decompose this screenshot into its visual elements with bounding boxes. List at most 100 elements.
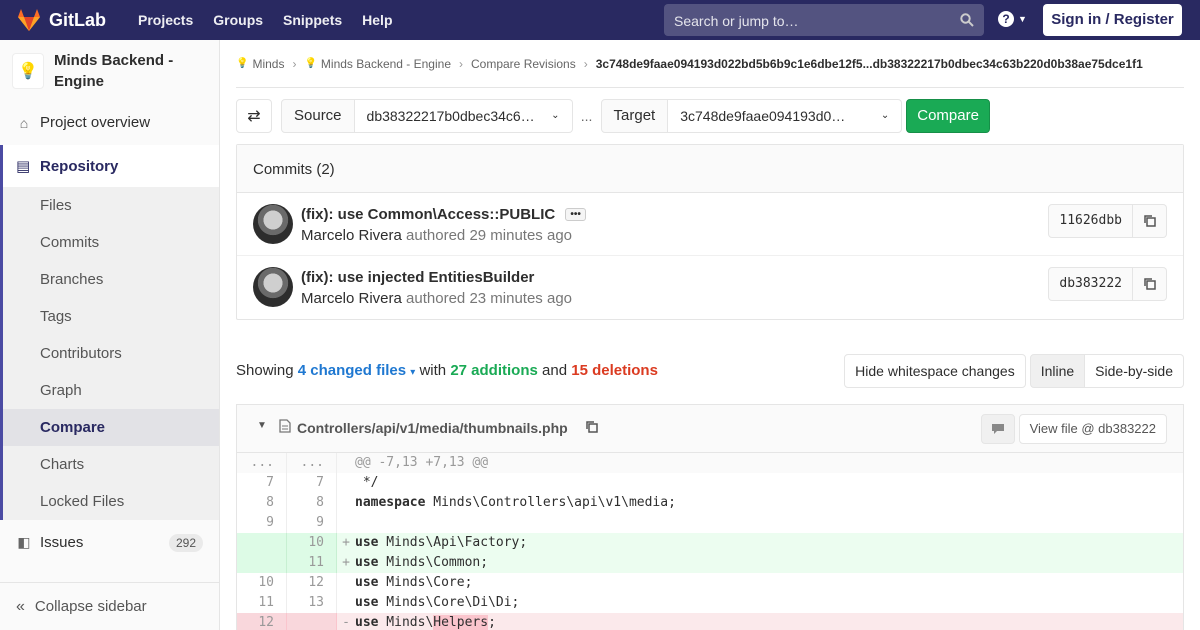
toggle-description-button[interactable]: ••• (565, 208, 586, 221)
new-line-number[interactable]: 12 (287, 573, 337, 593)
commit-title[interactable]: (fix): use injected EntitiesBuilder (301, 269, 534, 286)
commit-sha[interactable]: 11626dbb (1048, 204, 1133, 238)
chevron-right-icon: › (292, 56, 297, 71)
chevron-right-icon: › (583, 56, 588, 71)
code-text: use Minds\Core; (355, 575, 473, 590)
nav-groups[interactable]: Groups (203, 12, 273, 28)
side-by-side-button[interactable]: Side-by-side (1085, 354, 1184, 388)
sidebar-item-label: Repository (40, 157, 119, 175)
sidebar-item-charts[interactable]: Charts (3, 446, 219, 483)
source-ref-value: db38322217b0dbec34c6… (366, 108, 535, 124)
view-file-button[interactable]: View file @ db383222 (1018, 414, 1167, 444)
code-text: use Minds\Core\Di\Di; (355, 595, 520, 610)
code-keyword: use (355, 535, 379, 550)
search-placeholder: Search or jump to… (674, 13, 799, 29)
commit-sha-group: db383222 (1048, 267, 1167, 301)
file-path[interactable]: Controllers/api/v1/media/thumbnails.php (297, 420, 568, 436)
collapse-label: Collapse sidebar (34, 598, 147, 615)
project-header[interactable]: 💡 Minds Backend - Engine (0, 40, 219, 104)
compare-button[interactable]: Compare (906, 99, 990, 133)
sidebar-item-repository[interactable]: ▤ Repository (3, 145, 219, 187)
nav-projects[interactable]: Projects (128, 12, 203, 28)
target-ref-dropdown[interactable]: 3c748de9faae094193d0… ⌄ (668, 99, 903, 133)
gitlab-tanuki-icon (18, 9, 40, 31)
sign-in-button[interactable]: Sign in / Register (1043, 4, 1182, 36)
diff-lines: ...... @@ -7,13 +7,13 @@ 7 7 */8 8 namespace … (237, 453, 1183, 630)
sidebar-item-files[interactable]: Files (3, 187, 219, 224)
sidebar-item-compare[interactable]: Compare (3, 409, 219, 446)
sidebar-item-commits[interactable]: Commits (3, 224, 219, 261)
inline-view-button[interactable]: Inline (1029, 354, 1086, 388)
sidebar-item-graph[interactable]: Graph (3, 372, 219, 409)
diff-line: 12 - use Minds\Helpers; (237, 613, 1183, 630)
hide-whitespace-button[interactable]: Hide whitespace changes (844, 354, 1026, 388)
old-line-number[interactable]: 7 (237, 473, 287, 493)
old-line-number[interactable] (237, 553, 287, 573)
old-line-number[interactable]: 8 (237, 493, 287, 513)
nav-help[interactable]: Help (352, 12, 402, 28)
old-line-number[interactable]: 10 (237, 573, 287, 593)
sidebar-item-branches[interactable]: Branches (3, 261, 219, 298)
breadcrumb-item[interactable]: Minds Backend - Engine (321, 57, 451, 71)
sidebar-item-contributors[interactable]: Contributors (3, 335, 219, 372)
nav-snippets[interactable]: Snippets (273, 12, 352, 28)
code-text: */ (355, 475, 379, 490)
help-dropdown[interactable]: ? ▼ (998, 11, 1027, 27)
old-line-number[interactable]: 9 (237, 513, 287, 533)
stats-and: and (542, 362, 568, 379)
code-text: use Minds\Helpers; (355, 615, 496, 630)
commit-verb: authored (406, 290, 466, 307)
diff-line: 11 13 use Minds\Core\Di\Di; (237, 593, 1183, 613)
swap-revisions-button[interactable]: ⇄ (236, 99, 272, 133)
project-avatar: 💡 (12, 53, 44, 89)
copy-file-path-button[interactable] (585, 420, 599, 437)
source-ref-dropdown[interactable]: db38322217b0dbec34c6… ⌄ (354, 99, 573, 133)
repository-section: ▤ Repository Files Commits Branches Tags… (0, 145, 219, 520)
gitlab-logo[interactable]: GitLab (16, 8, 106, 32)
new-line-number[interactable]: 11 (287, 553, 337, 573)
collapse-file-icon[interactable]: ▼ (257, 420, 267, 431)
sidebar-item-tags[interactable]: Tags (3, 298, 219, 335)
changed-files-dropdown[interactable]: 4 changed files ▾ (298, 362, 416, 379)
old-line-number[interactable]: 11 (237, 593, 287, 613)
commits-header: Commits (2) (237, 145, 1183, 193)
commit-author[interactable]: Marcelo Rivera (301, 227, 402, 244)
diff-sign: - (342, 615, 350, 630)
old-line-number[interactable] (237, 533, 287, 553)
sidebar-item-locked-files[interactable]: Locked Files (3, 483, 219, 520)
toggle-comments-button[interactable] (981, 414, 1015, 444)
caret-down-icon: ▾ (410, 367, 416, 378)
new-line-number[interactable]: 10 (287, 533, 337, 553)
new-line-number[interactable]: 13 (287, 593, 337, 613)
commit-title[interactable]: (fix): use Common\Access::PUBLIC (301, 206, 555, 223)
breadcrumb-item[interactable]: Minds (252, 57, 284, 71)
swap-icon: ⇄ (247, 108, 261, 125)
commit-sha[interactable]: db383222 (1048, 267, 1133, 301)
sidebar-item-overview[interactable]: ⌂ Project overview (0, 104, 219, 141)
project-name: Minds Backend - Engine (54, 52, 174, 90)
new-line-number[interactable]: ... (287, 453, 337, 473)
copy-sha-button[interactable] (1133, 204, 1167, 238)
code-keyword: namespace (355, 495, 426, 510)
sidebar-item-issues[interactable]: ◧ Issues 292 (0, 524, 219, 561)
avatar[interactable] (253, 267, 293, 307)
commit-author[interactable]: Marcelo Rivera (301, 290, 402, 307)
search-input[interactable]: Search or jump to… (664, 4, 984, 36)
new-line-number[interactable]: 8 (287, 493, 337, 513)
group-avatar-icon: 💡 (236, 58, 249, 69)
breadcrumb-item[interactable]: Compare Revisions (471, 57, 576, 71)
new-line-number[interactable]: 9 (287, 513, 337, 533)
avatar[interactable] (253, 204, 293, 244)
collapse-sidebar-button[interactable]: « Collapse sidebar (0, 582, 219, 630)
new-line-number[interactable] (287, 613, 337, 630)
commits-panel: Commits (2) (fix): use Common\Access::PU… (236, 144, 1184, 320)
code-text: use Minds\Api\Factory; (355, 535, 528, 550)
copy-icon (1143, 278, 1156, 290)
new-line-number[interactable]: 7 (287, 473, 337, 493)
old-line-number[interactable]: 12 (237, 613, 287, 630)
old-line-number[interactable]: ... (237, 453, 287, 473)
copy-sha-button[interactable] (1133, 267, 1167, 301)
code-text: use Minds\Common; (355, 555, 489, 570)
breadcrumb: 💡 Minds › 💡 Minds Backend - Engine › Com… (236, 40, 1184, 88)
